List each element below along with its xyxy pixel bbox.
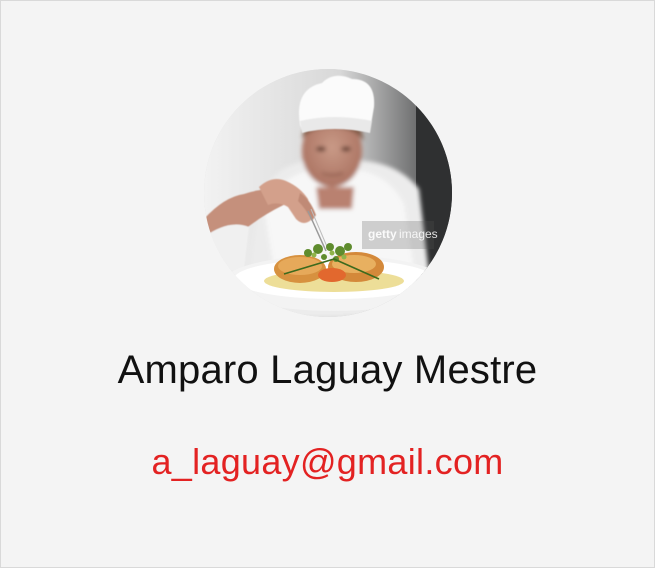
svg-text:getty: getty <box>368 227 397 241</box>
gettyimages-watermark: getty images <box>362 221 438 249</box>
profile-email[interactable]: a_laguay@gmail.com <box>1 439 654 485</box>
chef-photo: getty images <box>204 69 452 317</box>
profile-name: Amparo Laguay Mestre <box>117 348 538 392</box>
svg-text:images: images <box>399 227 438 241</box>
profile-card: getty images Amparo Laguay Mestre a_lagu… <box>0 0 655 568</box>
profile-avatar[interactable]: getty images <box>204 69 452 317</box>
